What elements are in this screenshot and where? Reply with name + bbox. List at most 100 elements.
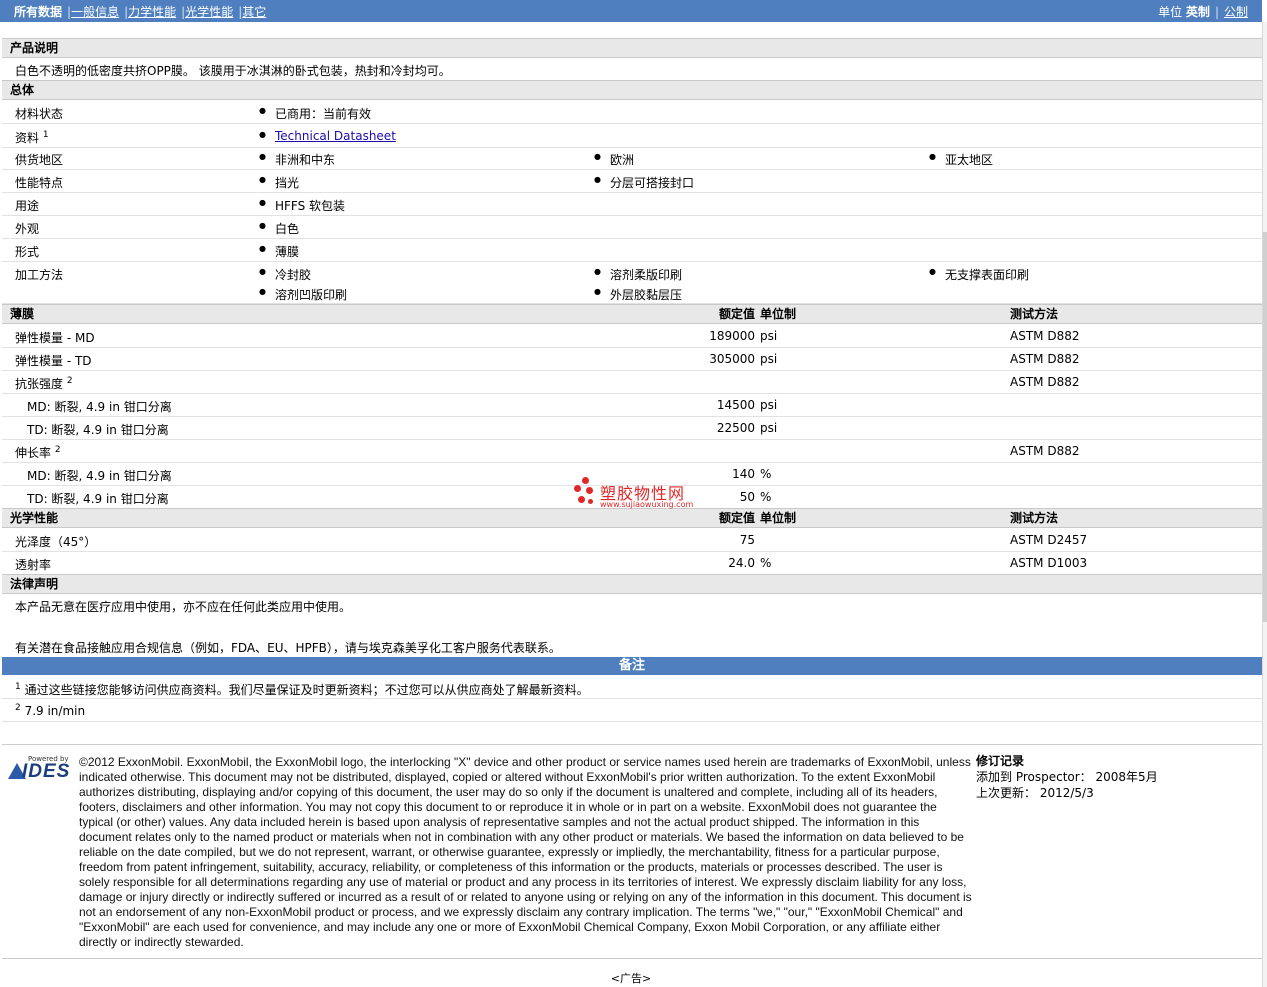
unit-metric-link[interactable]: 公制: [1224, 5, 1248, 19]
description-row: 白色不透明的低密度共挤OPP膜。 该膜用于冰淇淋的卧式包装，热封和冷封均可。: [2, 58, 1262, 81]
row-label: 透射率: [15, 558, 52, 572]
list-item: 白色: [259, 220, 299, 237]
description-text: 白色不透明的低密度共挤OPP膜。 该膜用于冰淇淋的卧式包装，热封和冷封均可。: [15, 64, 451, 78]
section-title: 光学性能: [10, 511, 59, 525]
table-row: 形式 薄膜: [2, 239, 1262, 262]
list-item: 亚太地区: [929, 151, 993, 168]
unit-english[interactable]: 英制: [1186, 5, 1210, 19]
scrollbar-thumb[interactable]: [1263, 232, 1267, 622]
table-row: 用途 HFFS 软包装: [2, 193, 1262, 216]
table-row: 外观 白色: [2, 216, 1262, 239]
scrollbar[interactable]: [1263, 22, 1267, 987]
section-header-film: 薄膜 额定值 单位制 测试方法: [2, 304, 1262, 324]
list-item: 冷封胶: [259, 266, 311, 283]
tab-optical[interactable]: 光学性能: [185, 5, 233, 19]
row-label: 加工方法: [15, 268, 64, 282]
section-header-legal: 法律声明: [2, 574, 1262, 594]
row-label: 用途: [15, 199, 40, 213]
legal-text: 有关潜在食品接触应用合规信息（例如，FDA、EU、HPFB），请与埃克森美孚化工…: [15, 641, 561, 655]
row-label: 外观: [15, 222, 40, 236]
row-method: ASTM D2457: [1010, 533, 1088, 547]
list-item: HFFS 软包装: [259, 197, 345, 214]
section-title: 薄膜: [10, 307, 35, 321]
list-item: 挡光: [259, 174, 299, 191]
tab-general-info[interactable]: 一般信息: [71, 5, 119, 19]
row-value: 24.0: [728, 556, 755, 570]
footnote-number: 1: [15, 682, 21, 692]
row-value: 305000: [709, 352, 755, 366]
row-value: 22500: [716, 421, 755, 435]
row-label: TD: 断裂, 4.9 in 钳口分离: [27, 492, 169, 506]
table-row: 抗张强度 2 ASTM D882: [2, 371, 1262, 394]
section-header-optical: 光学性能 额定值 单位制 测试方法: [2, 508, 1262, 528]
row-label: 性能特点: [15, 176, 64, 190]
row-label: 抗张强度: [15, 377, 64, 391]
footnote-ref[interactable]: 2: [55, 445, 61, 455]
list-item: 非洲和中东: [259, 151, 335, 168]
ides-logo[interactable]: Powered by IDES: [8, 755, 72, 783]
watermark: 塑胶物性网 www.sujiaowuxing.com: [572, 477, 712, 511]
watermark-url: www.sujiaowuxing.com: [600, 500, 694, 509]
row-label: 供货地区: [15, 153, 64, 167]
revision-updated-value: 2012/5/3: [1039, 786, 1094, 800]
tab-mechanical[interactable]: 力学性能: [128, 5, 176, 19]
row-unit: %: [760, 490, 772, 504]
table-row: 供货地区 非洲和中东 欧洲 亚太地区: [2, 147, 1262, 170]
note-text: 通过这些链接您能够访问供应商资料。我们尽量保证及时更新资料；不过您可以从供应商处…: [24, 683, 589, 697]
revision-updated-label: 上次更新：: [976, 786, 1037, 800]
row-unit: psi: [760, 398, 778, 412]
list-item: 溶剂柔版印刷: [594, 266, 682, 283]
row-label: 弹性模量 - TD: [15, 354, 92, 368]
row-value: 50: [739, 490, 755, 504]
row-method: ASTM D1003: [1010, 556, 1088, 570]
row-label: 形式: [15, 245, 40, 259]
units-label: 单位: [1158, 5, 1183, 19]
column-header-value: 额定值: [718, 307, 755, 321]
top-nav-bar: 所有数据 |一般信息 |力学性能 |光学性能 |其它 单位 英制 | 公制: [0, 0, 1262, 22]
list-item: 分层可搭接封口: [594, 174, 694, 191]
table-row: MD: 断裂, 4.9 in 钳口分离 14500 psi: [2, 394, 1262, 417]
logo-name: IDES: [22, 761, 71, 782]
row-label: 资料: [15, 131, 40, 145]
section-title: 总体: [10, 83, 35, 97]
row-method: ASTM D882: [1010, 375, 1080, 389]
revision-added-value: 2008年5月: [1095, 770, 1158, 784]
legal-block: 本产品无意在医疗应用中使用，亦不应在任何此类应用中使用。 有关潜在食品接触应用合…: [2, 594, 1262, 656]
row-unit: psi: [760, 352, 778, 366]
row-unit: %: [760, 556, 772, 570]
table-row: 弹性模量 - TD 305000 psi ASTM D882: [2, 348, 1262, 371]
ad-label: <广告>: [610, 972, 652, 985]
copyright-text: ©2012 ExxonMobil. ExxonMobil, the ExxonM…: [79, 755, 972, 949]
column-header-unit: 单位制: [760, 511, 797, 525]
footnote-number: 2: [15, 703, 21, 713]
row-method: ASTM D882: [1010, 352, 1080, 366]
notes-header: 备注: [2, 657, 1262, 675]
revision-added-label: 添加到 Prospector：: [976, 770, 1092, 784]
footnote-ref[interactable]: 2: [67, 376, 73, 386]
technical-datasheet-link[interactable]: Technical Datasheet: [275, 129, 396, 143]
row-label: 弹性模量 - MD: [15, 331, 95, 345]
note-row: 1 通过这些链接您能够访问供应商资料。我们尽量保证及时更新资料；不过您可以从供应…: [2, 676, 1262, 699]
column-header-unit: 单位制: [760, 307, 797, 321]
revision-title: 修订记录: [976, 754, 1025, 768]
row-label: 光泽度（45°）: [15, 535, 97, 549]
table-row: 加工方法 冷封胶 溶剂柔版印刷 无支撑表面印刷 溶剂凹版印刷 外层胶黏层压: [2, 262, 1262, 304]
section-title: 法律声明: [10, 577, 59, 591]
tab-all-data[interactable]: 所有数据: [14, 5, 62, 19]
list-item: 无支撑表面印刷: [929, 266, 1029, 283]
table-row: 性能特点 挡光 分层可搭接封口: [2, 170, 1262, 193]
row-method: ASTM D882: [1010, 444, 1080, 458]
list-item: 外层胶黏层压: [594, 286, 682, 303]
list-item: 欧洲: [594, 151, 634, 168]
tab-other[interactable]: 其它: [242, 5, 266, 19]
column-header-method: 测试方法: [1010, 307, 1059, 321]
table-row: 材料状态 已商用：当前有效: [2, 100, 1262, 124]
table-row: 弹性模量 - MD 189000 psi ASTM D882: [2, 324, 1262, 348]
table-row: 资料 1 Technical Datasheet: [2, 124, 1262, 148]
row-unit: %: [760, 467, 772, 481]
table-row: TD: 断裂, 4.9 in 钳口分离 22500 psi: [2, 417, 1262, 440]
footnote-ref[interactable]: 1: [43, 130, 49, 140]
revision-history: 修订记录 添加到 Prospector： 2008年5月 上次更新： 2012/…: [976, 753, 1158, 801]
row-label: MD: 断裂, 4.9 in 钳口分离: [27, 400, 172, 414]
note-row: 2 7.9 in/min: [2, 699, 1262, 722]
